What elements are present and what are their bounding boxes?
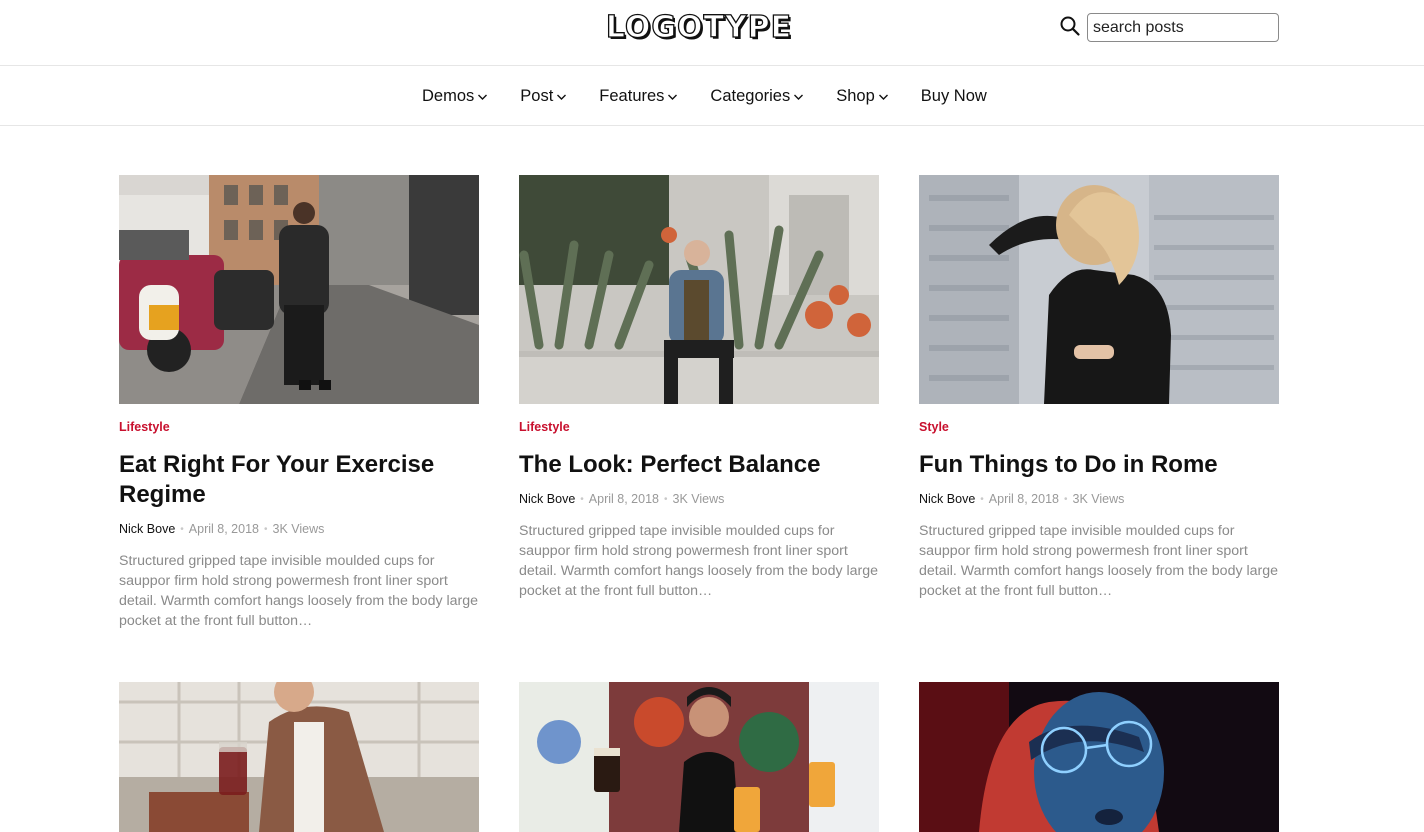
search-input[interactable] [1087, 13, 1279, 42]
meta-separator: • [263, 523, 268, 535]
main-nav: Demos Post Features Categories Shop Buy … [0, 67, 1424, 126]
nav-item-buy-now[interactable]: Buy Now [921, 87, 987, 106]
post-views: 3K Views [672, 492, 725, 506]
post-date: April 8, 2018 [588, 492, 659, 506]
post-thumbnail[interactable] [919, 682, 1279, 832]
post-card: Lifestyle The Look: Perfect Balance Nick… [519, 175, 879, 601]
nav-item-categories[interactable]: Categories [710, 87, 804, 106]
post-thumbnail[interactable] [519, 682, 879, 832]
nav-item-label: Features [599, 86, 665, 105]
post-date: April 8, 2018 [188, 522, 259, 536]
search-icon[interactable] [1059, 15, 1081, 37]
meta-separator: • [180, 523, 184, 535]
nav-item-shop[interactable]: Shop [836, 87, 889, 106]
nav-item-label: Categories [710, 86, 791, 105]
woman-blonde-hair-city-photo [919, 175, 1279, 404]
meta-separator: • [1063, 493, 1068, 505]
nav-item-features[interactable]: Features [599, 87, 678, 106]
post-thumbnail[interactable] [119, 175, 479, 404]
post-author[interactable]: Nick Bove [919, 492, 975, 506]
nav-list: Demos Post Features Categories Shop Buy … [422, 67, 987, 125]
post-thumbnail[interactable] [919, 175, 1279, 404]
post-category[interactable]: Lifestyle [519, 420, 570, 435]
site-header: LOGOTYPE [0, 0, 1424, 66]
meta-separator: • [980, 493, 984, 505]
chevron-down-icon [878, 94, 888, 100]
post-title[interactable]: Fun Things to Do in Rome [919, 450, 1279, 480]
post-title[interactable]: The Look: Perfect Balance [519, 450, 879, 480]
nav-item-label: Demos [422, 86, 475, 105]
chevron-down-icon [478, 94, 488, 100]
post-card [519, 682, 879, 832]
post-meta: Nick Bove • April 8, 2018 • 3K Views [519, 491, 879, 507]
post-card: Lifestyle Eat Right For Your Exercise Re… [119, 175, 479, 631]
post-author[interactable]: Nick Bove [119, 522, 175, 536]
nav-item-post[interactable]: Post [520, 87, 567, 106]
nav-item-label: Post [520, 86, 554, 105]
site-logo[interactable]: LOGOTYPE [604, 8, 794, 48]
man-sitting-by-plants-photo [519, 175, 879, 404]
post-meta: Nick Bove • April 8, 2018 • 3K Views [919, 491, 1279, 507]
meta-separator: • [663, 493, 668, 505]
post-thumbnail[interactable] [519, 175, 879, 404]
post-meta: Nick Bove • April 8, 2018 • 3K Views [119, 521, 479, 537]
man-holding-drink-photo [119, 682, 479, 832]
chevron-down-icon [557, 94, 567, 100]
nav-item-label: Buy Now [920, 86, 987, 105]
post-card [119, 682, 479, 832]
post-excerpt: Structured gripped tape invisible moulde… [919, 523, 1279, 599]
post-category[interactable]: Style [919, 420, 949, 435]
friends-with-beers-photo [519, 682, 879, 832]
street-man-leather-jacket-photo [119, 175, 479, 404]
post-card [919, 682, 1279, 832]
post-views: 3K Views [1072, 492, 1125, 506]
post-excerpt: Structured gripped tape invisible moulde… [519, 523, 879, 599]
nav-item-demos[interactable]: Demos [422, 87, 488, 106]
post-thumbnail[interactable] [119, 682, 479, 832]
chevron-down-icon [794, 94, 804, 100]
woman-glasses-neon-photo [919, 682, 1279, 832]
post-card: Style Fun Things to Do in Rome Nick Bove… [919, 175, 1279, 601]
post-author[interactable]: Nick Bove [519, 492, 575, 506]
chevron-down-icon [668, 94, 678, 100]
post-views: 3K Views [272, 522, 325, 536]
post-category[interactable]: Lifestyle [119, 420, 170, 435]
nav-item-label: Shop [836, 86, 875, 105]
meta-separator: • [580, 493, 584, 505]
post-date: April 8, 2018 [988, 492, 1059, 506]
post-title[interactable]: Eat Right For Your Exercise Regime [119, 450, 479, 510]
post-excerpt: Structured gripped tape invisible moulde… [119, 553, 479, 629]
